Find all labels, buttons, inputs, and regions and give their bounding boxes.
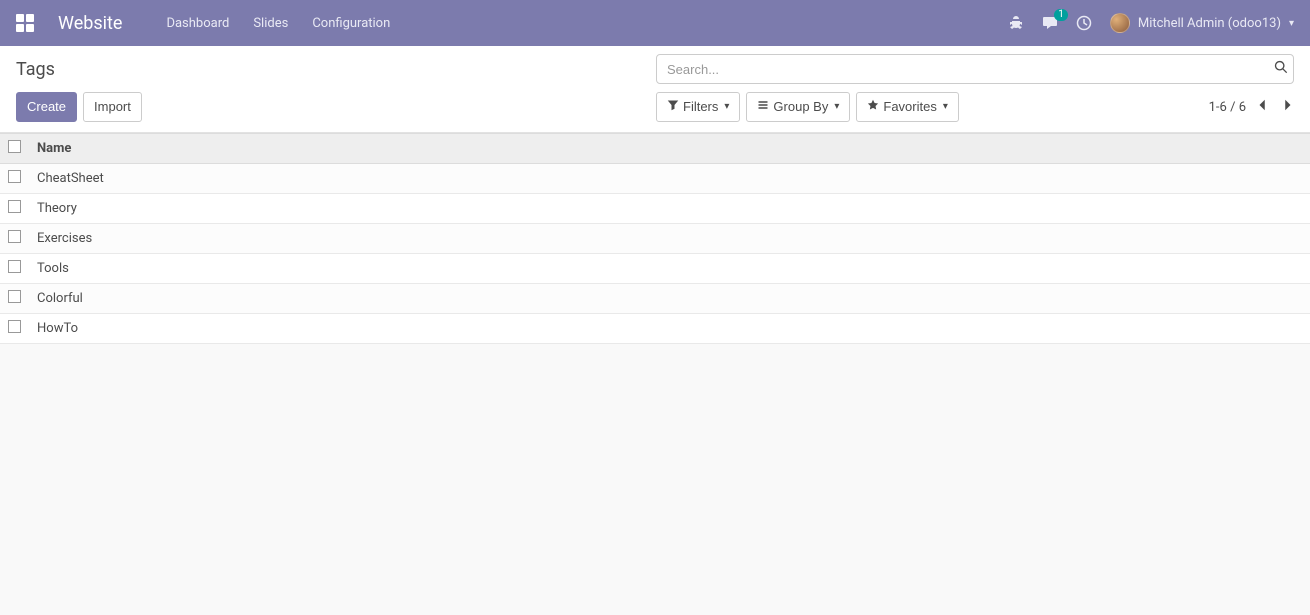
user-menu[interactable]: Mitchell Admin (odoo13) ▾ xyxy=(1110,13,1294,33)
pager: 1-6 / 6 xyxy=(1209,98,1294,116)
cell-name[interactable]: Exercises xyxy=(29,224,1310,254)
search-wrap xyxy=(656,54,1294,84)
user-name: Mitchell Admin (odoo13) xyxy=(1138,16,1281,31)
favorites-label: Favorites xyxy=(883,98,936,116)
row-checkbox-cell xyxy=(0,194,29,224)
row-checkbox[interactable] xyxy=(8,320,21,333)
nav-item-configuration[interactable]: Configuration xyxy=(312,16,390,31)
star-icon xyxy=(867,98,879,116)
breadcrumb: Tags xyxy=(16,59,55,80)
groupby-button[interactable]: Group By ▾ xyxy=(746,92,850,122)
caret-down-icon: ▾ xyxy=(943,100,948,114)
nav-item-slides[interactable]: Slides xyxy=(253,16,288,31)
row-checkbox-cell xyxy=(0,164,29,194)
nav-item-dashboard[interactable]: Dashboard xyxy=(166,16,229,31)
tags-table: Name CheatSheetTheoryExercisesToolsColor… xyxy=(0,133,1310,344)
list-view: Name CheatSheetTheoryExercisesToolsColor… xyxy=(0,133,1310,344)
row-checkbox-cell xyxy=(0,314,29,344)
table-row[interactable]: Tools xyxy=(0,254,1310,284)
bug-icon[interactable] xyxy=(1008,15,1024,31)
messages-badge: 1 xyxy=(1054,9,1068,21)
create-button[interactable]: Create xyxy=(16,92,77,122)
cp-left-buttons: Create Import xyxy=(16,92,142,122)
row-checkbox[interactable] xyxy=(8,260,21,273)
control-panel: Tags Create Import Filters ▾ xyxy=(0,46,1310,133)
funnel-icon xyxy=(667,98,679,116)
row-checkbox[interactable] xyxy=(8,230,21,243)
search-icon[interactable] xyxy=(1274,60,1288,78)
pager-next[interactable] xyxy=(1280,98,1294,116)
table-row[interactable]: Exercises xyxy=(0,224,1310,254)
import-button[interactable]: Import xyxy=(83,92,142,122)
caret-down-icon: ▾ xyxy=(1289,18,1294,29)
app-brand[interactable]: Website xyxy=(58,13,122,34)
column-header-name[interactable]: Name xyxy=(29,134,1310,164)
pager-range: 1-6 xyxy=(1209,100,1227,115)
table-row[interactable]: Theory xyxy=(0,194,1310,224)
table-row[interactable]: Colorful xyxy=(0,284,1310,314)
activity-icon[interactable] xyxy=(1076,15,1092,31)
apps-icon[interactable] xyxy=(16,14,34,32)
row-checkbox[interactable] xyxy=(8,170,21,183)
filters-button[interactable]: Filters ▾ xyxy=(656,92,740,122)
messages-icon[interactable]: 1 xyxy=(1042,15,1058,31)
caret-down-icon: ▾ xyxy=(834,100,839,114)
filters-label: Filters xyxy=(683,98,718,116)
cell-name[interactable]: CheatSheet xyxy=(29,164,1310,194)
favorites-button[interactable]: Favorites ▾ xyxy=(856,92,959,122)
header-checkbox-cell xyxy=(0,134,29,164)
main-navbar: Website Dashboard Slides Configuration 1… xyxy=(0,0,1310,46)
cell-name[interactable]: Colorful xyxy=(29,284,1310,314)
table-row[interactable]: HowTo xyxy=(0,314,1310,344)
groupby-label: Group By xyxy=(773,98,828,116)
row-checkbox[interactable] xyxy=(8,200,21,213)
list-icon xyxy=(757,98,769,116)
select-all-checkbox[interactable] xyxy=(8,140,21,153)
nav-menu: Dashboard Slides Configuration xyxy=(166,16,1007,31)
pager-prev[interactable] xyxy=(1256,98,1270,116)
cp-filter-buttons: Filters ▾ Group By ▾ Favorites ▾ xyxy=(656,92,959,122)
row-checkbox-cell xyxy=(0,284,29,314)
cp-right: Filters ▾ Group By ▾ Favorites ▾ xyxy=(656,92,1294,122)
row-checkbox[interactable] xyxy=(8,290,21,303)
cell-name[interactable]: HowTo xyxy=(29,314,1310,344)
pager-total: 6 xyxy=(1239,100,1246,115)
row-checkbox-cell xyxy=(0,224,29,254)
caret-down-icon: ▾ xyxy=(724,100,729,114)
table-row[interactable]: CheatSheet xyxy=(0,164,1310,194)
pager-sep: / xyxy=(1230,100,1235,115)
row-checkbox-cell xyxy=(0,254,29,284)
cell-name[interactable]: Theory xyxy=(29,194,1310,224)
cell-name[interactable]: Tools xyxy=(29,254,1310,284)
avatar xyxy=(1110,13,1130,33)
pager-text[interactable]: 1-6 / 6 xyxy=(1209,100,1246,115)
nav-right: 1 Mitchell Admin (odoo13) ▾ xyxy=(1008,13,1294,33)
search-input[interactable] xyxy=(656,54,1294,84)
